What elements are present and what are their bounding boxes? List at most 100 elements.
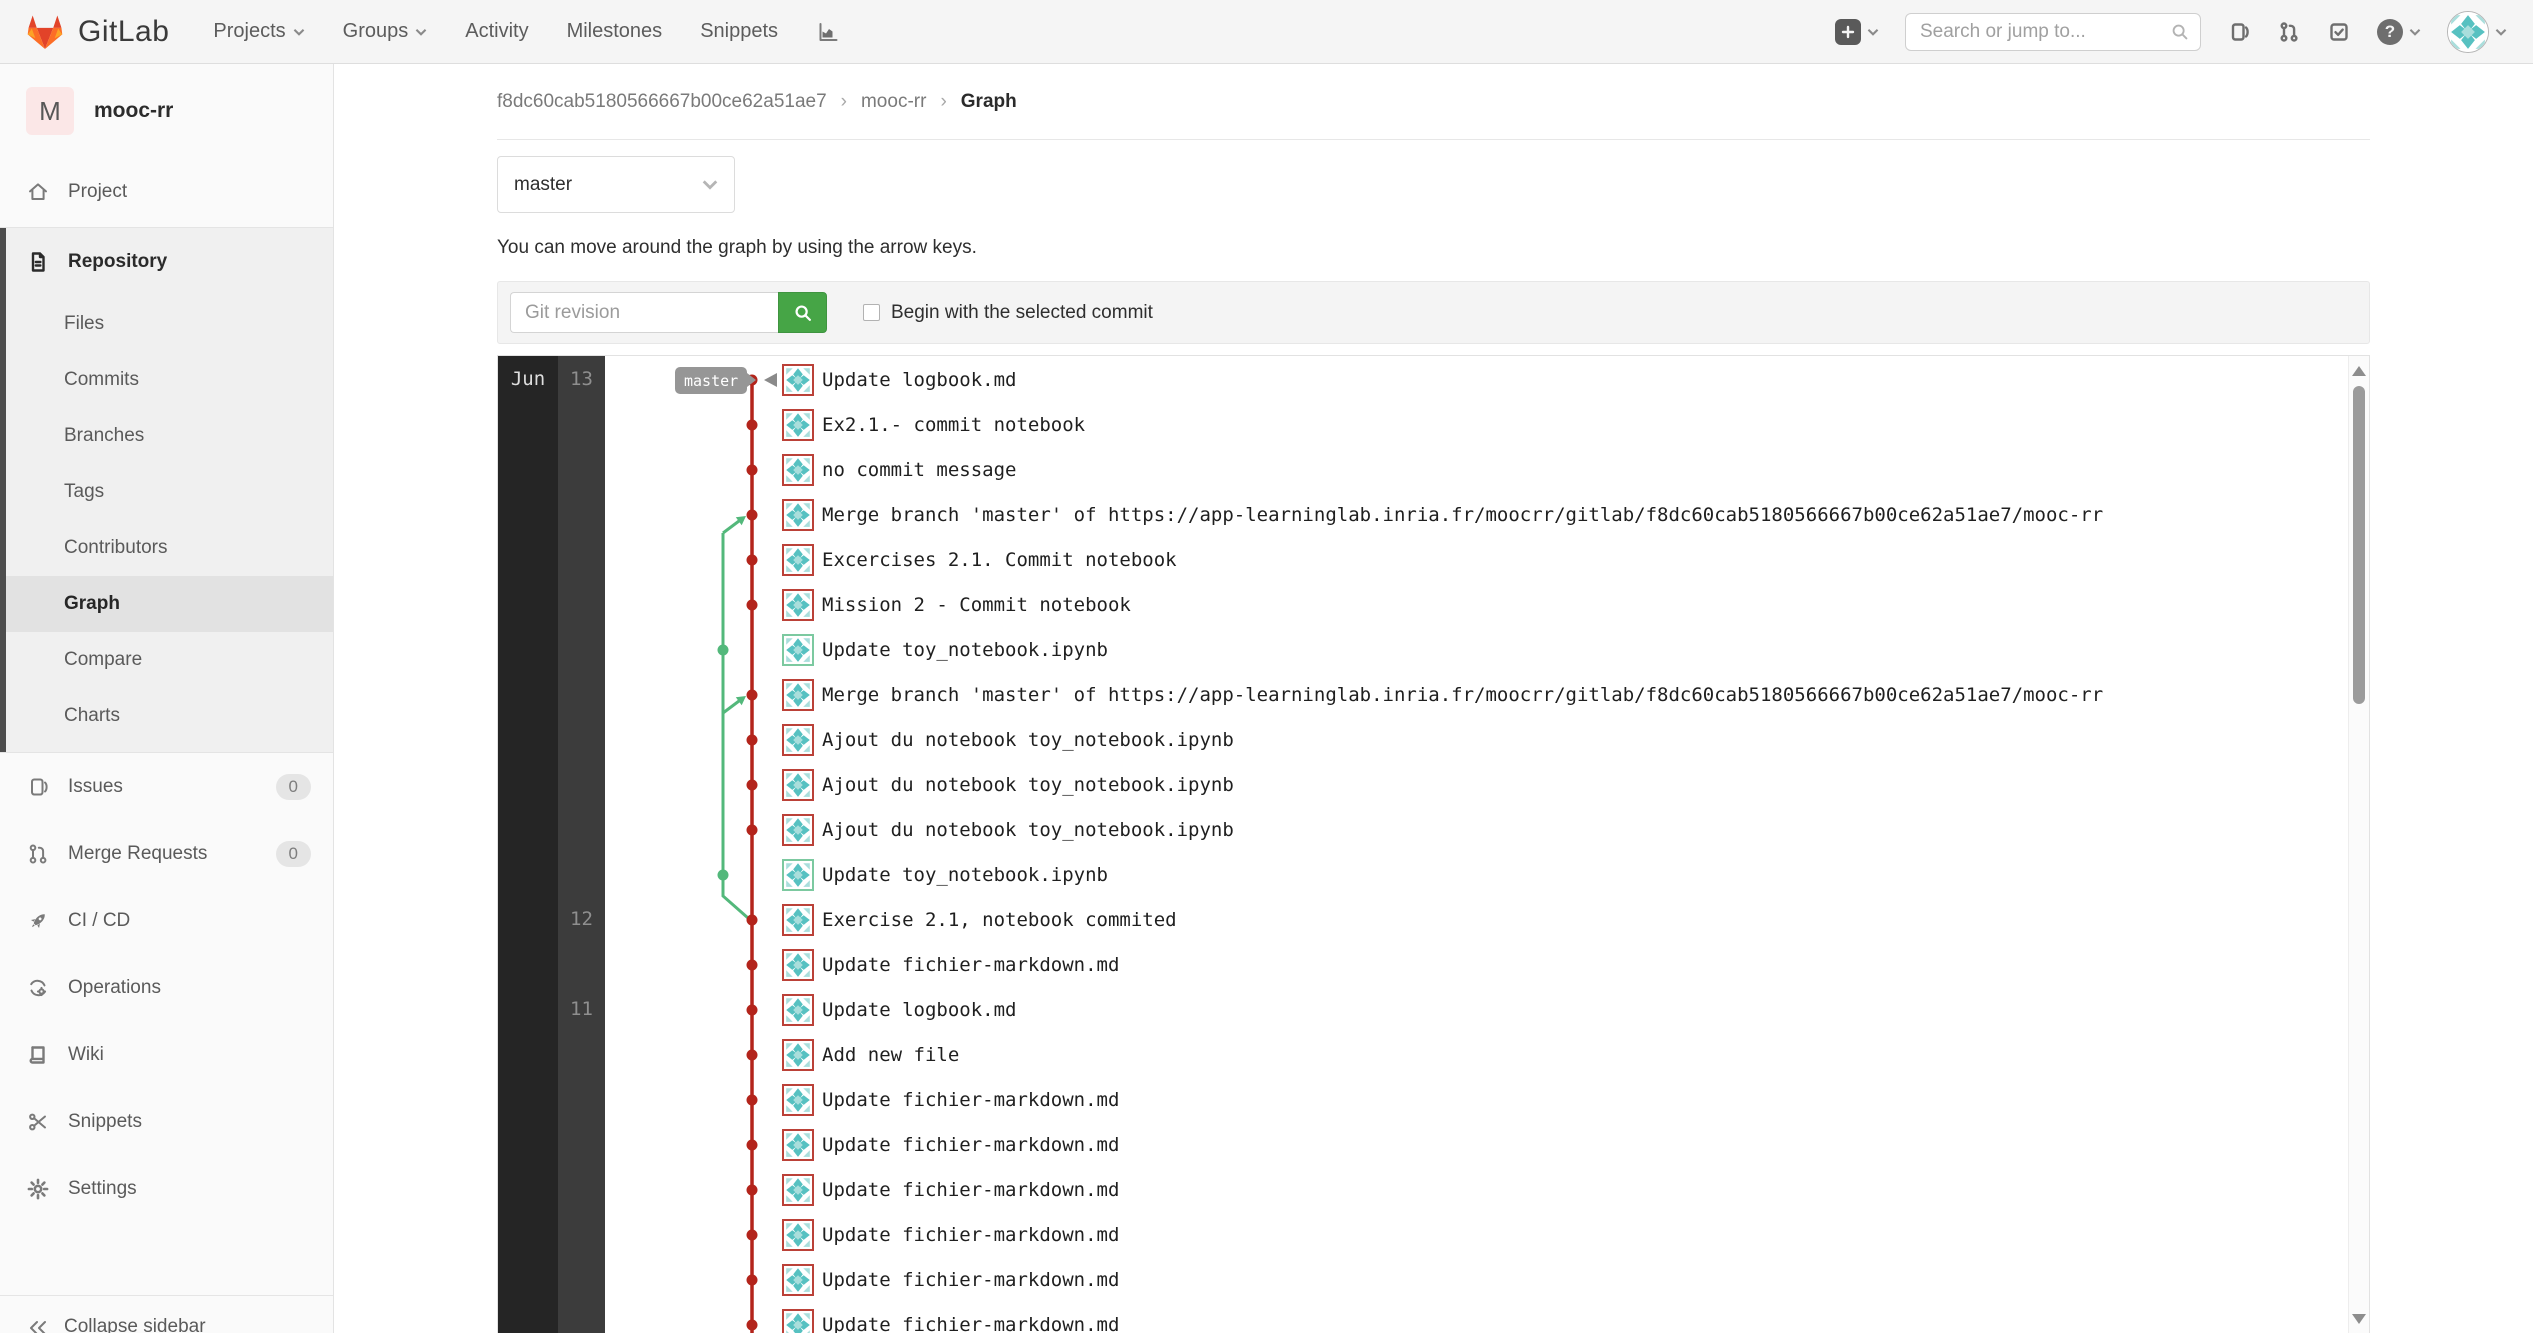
nav-snippets[interactable]: Snippets bbox=[700, 20, 778, 43]
commit-graph-panel[interactable]: Jun131211 master bbox=[497, 355, 2370, 1333]
commit-dot[interactable] bbox=[747, 1140, 758, 1151]
commit-row[interactable]: Update fichier-markdown.md bbox=[782, 1174, 1119, 1206]
sidebar-item-branches[interactable]: Branches bbox=[0, 408, 333, 464]
commit-message[interactable]: Update fichier-markdown.md bbox=[822, 1314, 1119, 1333]
commit-dot[interactable] bbox=[747, 465, 758, 476]
commit-row[interactable]: Update fichier-markdown.md bbox=[782, 949, 1119, 981]
commit-message[interactable]: Update fichier-markdown.md bbox=[822, 1134, 1119, 1156]
commit-message[interactable]: Update logbook.md bbox=[822, 999, 1016, 1021]
nav-charts-button[interactable] bbox=[816, 20, 840, 44]
commit-row[interactable]: no commit message bbox=[782, 454, 1016, 486]
commit-row[interactable]: Update logbook.md bbox=[782, 364, 1016, 396]
commit-message[interactable]: Mission 2 - Commit notebook bbox=[822, 594, 1131, 616]
commit-dot[interactable] bbox=[747, 510, 758, 521]
commit-row[interactable]: Ex2.1.- commit notebook bbox=[782, 409, 1085, 441]
commit-dot[interactable] bbox=[747, 1230, 758, 1241]
commit-row[interactable]: Update fichier-markdown.md bbox=[782, 1084, 1119, 1116]
commit-dot[interactable] bbox=[747, 1095, 758, 1106]
scroll-down-icon[interactable] bbox=[2352, 1314, 2366, 1324]
graph-scrollbar[interactable] bbox=[2348, 356, 2369, 1333]
sidebar-item-project[interactable]: Project bbox=[0, 158, 333, 225]
commit-dot[interactable] bbox=[747, 1005, 758, 1016]
commit-message[interactable]: Update fichier-markdown.md bbox=[822, 1089, 1119, 1111]
commit-message[interactable]: Update fichier-markdown.md bbox=[822, 1269, 1119, 1291]
sidebar-item-repository[interactable]: Repository bbox=[0, 228, 333, 296]
commit-dot[interactable] bbox=[747, 1320, 758, 1331]
commit-dot[interactable] bbox=[747, 780, 758, 791]
nav-activity[interactable]: Activity bbox=[465, 20, 528, 43]
commit-row[interactable]: Ajout du notebook toy_notebook.ipynb bbox=[782, 814, 1234, 846]
sidebar-item-operations[interactable]: Operations bbox=[0, 954, 333, 1021]
sidebar-item-wiki[interactable]: Wiki bbox=[0, 1021, 333, 1088]
commit-row[interactable]: Update fichier-markdown.md bbox=[782, 1309, 1119, 1333]
issues-dashboard-button[interactable] bbox=[2227, 20, 2251, 44]
sidebar-item-issues[interactable]: Issues 0 bbox=[0, 753, 333, 820]
commit-dot[interactable] bbox=[747, 1050, 758, 1061]
project-context[interactable]: M mooc-rr bbox=[0, 64, 333, 158]
commit-row[interactable]: Exercise 2.1, notebook commited bbox=[782, 904, 1177, 936]
collapse-sidebar-button[interactable]: Collapse sidebar bbox=[0, 1295, 333, 1333]
commit-row[interactable]: Update toy_notebook.ipynb bbox=[782, 634, 1108, 666]
commit-row[interactable]: Excercises 2.1. Commit notebook bbox=[782, 544, 1177, 576]
commit-row[interactable]: Update fichier-markdown.md bbox=[782, 1219, 1119, 1251]
help-menu-button[interactable]: ? bbox=[2377, 19, 2421, 45]
sidebar-item-graph[interactable]: Graph bbox=[0, 576, 333, 632]
commit-row[interactable]: Update logbook.md bbox=[782, 994, 1016, 1026]
commit-message[interactable]: Ajout du notebook toy_notebook.ipynb bbox=[822, 729, 1234, 751]
merge-requests-dashboard-button[interactable] bbox=[2277, 20, 2301, 44]
commit-message[interactable]: Update toy_notebook.ipynb bbox=[822, 639, 1108, 661]
commit-row[interactable]: Mission 2 - Commit notebook bbox=[782, 589, 1131, 621]
begin-with-commit-checkbox[interactable] bbox=[863, 304, 880, 321]
commit-message[interactable]: Merge branch 'master' of https://app-lea… bbox=[822, 684, 2103, 706]
commit-row[interactable]: Merge branch 'master' of https://app-lea… bbox=[782, 679, 2103, 711]
branch-selector-dropdown[interactable]: master bbox=[497, 156, 735, 213]
commit-row[interactable]: Update fichier-markdown.md bbox=[782, 1129, 1119, 1161]
sidebar-item-snippets[interactable]: Snippets bbox=[0, 1088, 333, 1155]
commit-dot[interactable] bbox=[747, 420, 758, 431]
branch-tag[interactable]: master bbox=[675, 367, 747, 394]
commit-message[interactable]: Excercises 2.1. Commit notebook bbox=[822, 549, 1177, 571]
commit-dot[interactable] bbox=[747, 1275, 758, 1286]
commit-message[interactable]: Add new file bbox=[822, 1044, 959, 1066]
nav-groups[interactable]: Groups bbox=[343, 20, 428, 43]
commit-message[interactable]: Update fichier-markdown.md bbox=[822, 954, 1119, 976]
new-menu-button[interactable] bbox=[1835, 19, 1879, 45]
sidebar-item-merge-requests[interactable]: Merge Requests 0 bbox=[0, 820, 333, 887]
revision-search-button[interactable] bbox=[778, 292, 827, 333]
commit-row[interactable]: Update toy_notebook.ipynb bbox=[782, 859, 1108, 891]
commit-dot[interactable] bbox=[747, 1185, 758, 1196]
sidebar-item-tags[interactable]: Tags bbox=[0, 464, 333, 520]
commit-message[interactable]: Update fichier-markdown.md bbox=[822, 1179, 1119, 1201]
commit-message[interactable]: Update fichier-markdown.md bbox=[822, 1224, 1119, 1246]
commit-dot[interactable] bbox=[747, 915, 758, 926]
commit-message[interactable]: Exercise 2.1, notebook commited bbox=[822, 909, 1177, 931]
commit-dot[interactable] bbox=[747, 825, 758, 836]
commit-dot[interactable] bbox=[747, 960, 758, 971]
commit-dot[interactable] bbox=[747, 735, 758, 746]
breadcrumb-project[interactable]: mooc-rr bbox=[861, 91, 926, 113]
scroll-up-icon[interactable] bbox=[2352, 366, 2366, 376]
scrollbar-thumb[interactable] bbox=[2353, 386, 2365, 704]
breadcrumb-group[interactable]: f8dc60cab5180566667b00ce62a51ae7 bbox=[497, 91, 827, 113]
sidebar-item-commits[interactable]: Commits bbox=[0, 352, 333, 408]
commit-dot[interactable] bbox=[747, 555, 758, 566]
commit-message[interactable]: Ajout du notebook toy_notebook.ipynb bbox=[822, 819, 1234, 841]
commit-dot[interactable] bbox=[718, 645, 729, 656]
commit-row[interactable]: Ajout du notebook toy_notebook.ipynb bbox=[782, 769, 1234, 801]
commit-message[interactable]: Ajout du notebook toy_notebook.ipynb bbox=[822, 774, 1234, 796]
nav-projects[interactable]: Projects bbox=[213, 20, 304, 43]
sidebar-item-contributors[interactable]: Contributors bbox=[0, 520, 333, 576]
commit-message[interactable]: Update logbook.md bbox=[822, 369, 1016, 391]
sidebar-item-ci-cd[interactable]: CI / CD bbox=[0, 887, 333, 954]
commit-message[interactable]: Update toy_notebook.ipynb bbox=[822, 864, 1108, 886]
commit-row[interactable]: Ajout du notebook toy_notebook.ipynb bbox=[782, 724, 1234, 756]
sidebar-item-settings[interactable]: Settings bbox=[0, 1155, 333, 1222]
todos-button[interactable] bbox=[2327, 20, 2351, 44]
commit-dot[interactable] bbox=[747, 690, 758, 701]
commit-row[interactable]: Add new file bbox=[782, 1039, 959, 1071]
gitlab-home-link[interactable]: GitLab bbox=[26, 14, 169, 50]
git-revision-input[interactable] bbox=[510, 292, 778, 333]
commit-dot[interactable] bbox=[747, 600, 758, 611]
user-menu-button[interactable] bbox=[2447, 11, 2507, 53]
commit-row[interactable]: Merge branch 'master' of https://app-lea… bbox=[782, 499, 2103, 531]
